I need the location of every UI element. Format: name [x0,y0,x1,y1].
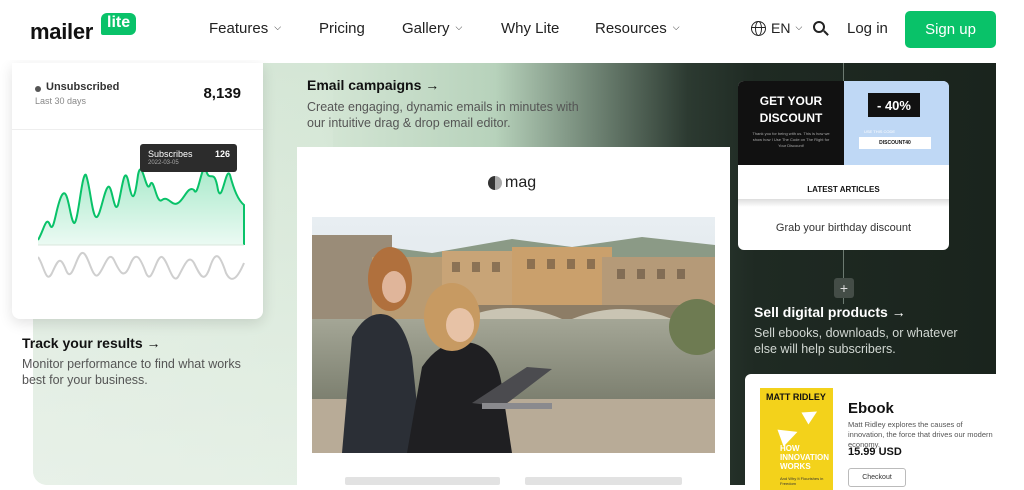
tooltip-date: 2022-03-05 [148,160,179,166]
discount-headline: GET YOUR DISCOUNT [759,94,823,125]
search-icon[interactable] [813,21,829,36]
mag-logo-icon [488,176,502,190]
chevron-down-icon: ⌵ [672,22,680,32]
tooltip-value: 126 [214,149,230,159]
nav-pricing-label: Pricing [319,20,365,37]
email-campaigns-link[interactable]: Email campaigns → [307,77,439,93]
nav-resources[interactable]: Resources ⌵ [595,20,680,37]
nav-why-lite-label: Why Lite [501,20,560,37]
email-placeholder-bar [525,477,682,485]
divider [12,129,263,130]
mag-brand-text: mag [505,174,537,191]
nav-why-lite[interactable]: Why Lite [501,20,559,37]
book-title: HOW INNOVATION WORKS [780,444,830,471]
nav-pricing[interactable]: Pricing [319,20,365,37]
track-results-desc: Monitor performance to find what works b… [22,357,241,387]
book-subtitle: And Why It Flourishes in Freedom [780,476,824,486]
discount-code-label: USE THIS CODE [864,129,896,134]
ebook-product-card: MATT RIDLEY HOW INNOVATION WORKS And Why… [745,374,1008,490]
stat-label: Unsubscribed [46,81,120,93]
ebook-price: 15.99 USD [848,446,902,458]
chevron-down-icon: ⌵ [795,21,803,32]
discount-email-card[interactable]: GET YOUR DISCOUNT Thank you for being wi… [738,81,949,250]
email-preview-card: mag [297,147,730,490]
mag-logo: mag [488,174,536,192]
chart-tooltip: Subscribes 126 2022-03-05 [140,144,237,172]
logo-bubble: lite [101,13,137,35]
discount-code: DISCOUNT40 [859,137,931,149]
chevron-down-icon: ⌵ [274,22,282,32]
articles-fade [738,199,949,207]
ebook-title: Ebook [848,400,894,417]
stat-value: 8,139 [203,85,241,102]
site-header: mailer lite Features ⌵ Pricing Gallery ⌵… [0,0,1024,60]
track-results-link[interactable]: Track your results → [22,335,161,351]
nav-gallery-label: Gallery [402,20,450,37]
stat-period: Last 30 days [35,96,87,106]
discount-badge: - 40% [868,93,920,117]
plus-icon[interactable]: + [834,278,854,298]
signup-button[interactable]: Sign up [905,11,996,48]
book-cover: MATT RIDLEY HOW INNOVATION WORKS And Why… [760,388,833,490]
logo-text: mailer [30,19,94,44]
nav-features-label: Features [209,20,269,37]
latest-articles-heading: LATEST ARTICLES [807,185,880,194]
hero-photo [312,217,715,453]
discount-caption: Grab your birthday discount [775,222,912,234]
email-placeholder-bar [345,477,500,485]
chart-line-unsubscribes [38,252,245,280]
checkout-button[interactable]: Checkout [848,468,906,487]
language-label: EN [771,20,791,36]
nav-features[interactable]: Features ⌵ [209,20,281,37]
stats-card: Unsubscribed Last 30 days 8,139 Subscrib… [12,63,263,319]
nav-gallery[interactable]: Gallery ⌵ [402,20,462,37]
discount-panel-dark: GET YOUR DISCOUNT Thank you for being wi… [738,81,844,165]
paper-plane-icon [801,405,821,425]
email-campaigns-desc: Create engaging, dynamic emails in minut… [307,100,579,130]
book-author: MATT RIDLEY [766,392,826,402]
sell-digital-products-link[interactable]: Sell digital products → [754,304,906,320]
chevron-down-icon: ⌵ [455,22,463,32]
discount-fine-print: Thank you for being with us. This is how… [752,131,830,148]
connector-line [843,250,844,278]
globe-icon [751,20,766,36]
discount-panel-blue: - 40% USE THIS CODE DISCOUNT40 [844,81,949,165]
status-dot [35,86,41,92]
tooltip-label: Subscribes [148,149,193,159]
login-link[interactable]: Log in [847,20,888,37]
connector-line [843,63,844,81]
nav-resources-label: Resources [595,20,667,37]
sell-digital-products-desc: Sell ebooks, downloads, or whatever else… [754,326,958,356]
language-selector[interactable]: EN ⌵ [751,20,802,36]
